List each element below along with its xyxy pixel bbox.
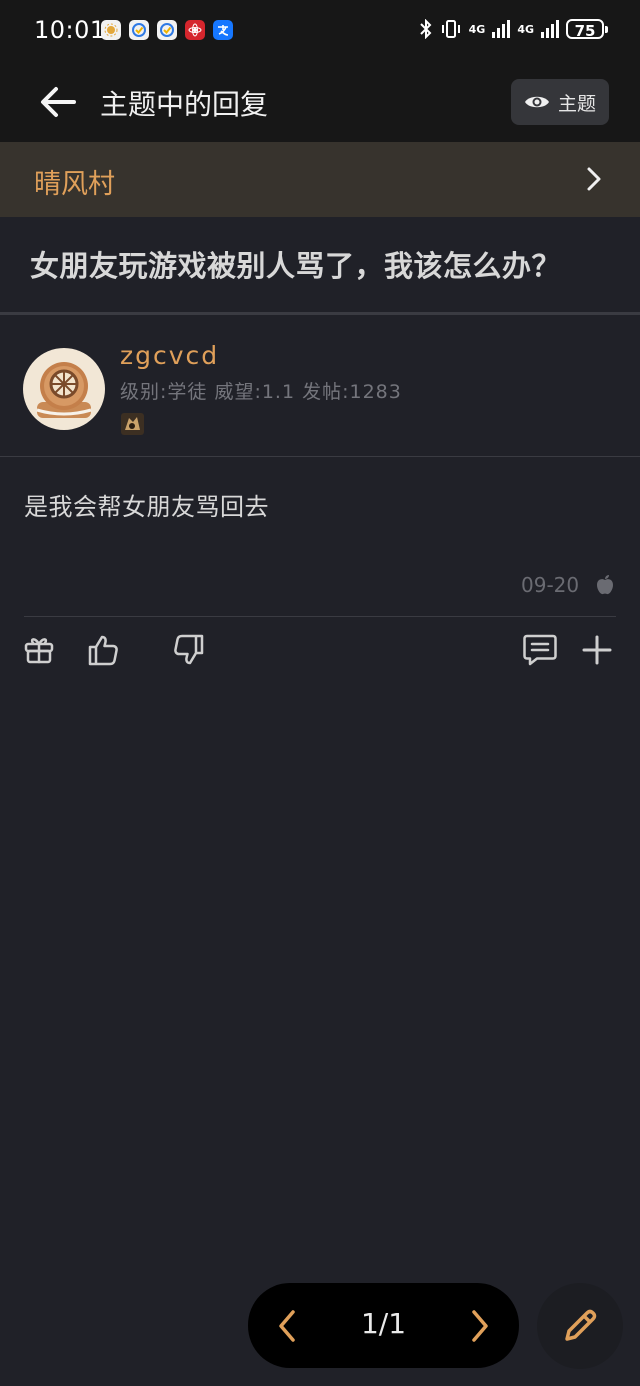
next-page-button[interactable] (469, 1308, 491, 1348)
plus-icon (582, 635, 612, 665)
diving-helmet-icon (36, 362, 92, 418)
chevron-right-icon (472, 1310, 488, 1342)
avatar[interactable] (23, 348, 105, 430)
chevron-right-icon (587, 167, 601, 191)
pencil-icon (565, 1309, 597, 1341)
like-button[interactable] (86, 633, 122, 669)
status-bar: 10:01 4G 4G 75 (0, 0, 640, 64)
comment-button[interactable] (522, 633, 558, 669)
divider (0, 312, 640, 315)
reply-content: 是我会帮女朋友骂回去 (24, 493, 269, 521)
red-app-icon (185, 20, 205, 40)
signal-icon (492, 20, 511, 38)
network-type-2: 4G (517, 22, 534, 36)
battery-icon: 75 (566, 19, 608, 40)
board-link[interactable]: 晴风村 (0, 142, 640, 217)
divider (0, 456, 640, 457)
network-type-1: 4G (468, 22, 486, 36)
notification-icons (101, 20, 233, 40)
apple-icon (597, 575, 613, 595)
eye-icon (524, 96, 549, 108)
reply-page: 10:01 4G 4G 75 主题中的回复 主题 晴风村 女朋友玩游戏被别人骂了… (0, 0, 640, 1386)
board-name: 晴风村 (34, 169, 115, 200)
view-topic-button[interactable]: 主题 (511, 79, 609, 125)
thumbs-down-icon (174, 634, 204, 665)
status-time: 10:01 (34, 16, 106, 44)
sun-app-icon (101, 20, 121, 40)
topic-title: 女朋友玩游戏被别人骂了，我该怎么办？ (30, 249, 562, 283)
vibrate-icon (441, 20, 460, 38)
reply-button[interactable] (537, 1283, 623, 1369)
divider (24, 616, 616, 617)
page-title: 主题中的回复 (100, 88, 269, 121)
bluetooth-icon (419, 19, 432, 39)
dislike-button[interactable] (172, 633, 208, 669)
username[interactable]: zgcvcd (120, 341, 219, 370)
status-right: 4G 4G 75 (419, 19, 608, 40)
reply-date: 09-20 (521, 573, 580, 597)
signal-icon (541, 20, 559, 38)
arrow-left-icon (41, 87, 76, 117)
app-header: 主题中的回复 主题 (0, 64, 640, 142)
view-topic-label: 主题 (557, 92, 596, 115)
medal-icon (121, 413, 144, 435)
back-button[interactable] (38, 84, 78, 120)
battery-level: 75 (574, 22, 596, 40)
thumbs-up-icon (88, 635, 118, 666)
comment-icon (523, 634, 557, 666)
pagination: 1/1 (248, 1283, 519, 1368)
gift-button[interactable] (23, 633, 59, 669)
alipay-icon (213, 20, 233, 40)
user-stats: 级别:学徒 威望:1.1 发帖:1283 (120, 381, 402, 403)
check-app-icon (129, 20, 149, 40)
check-app-icon (157, 20, 177, 40)
gift-icon (24, 638, 54, 664)
more-button[interactable] (580, 633, 616, 669)
